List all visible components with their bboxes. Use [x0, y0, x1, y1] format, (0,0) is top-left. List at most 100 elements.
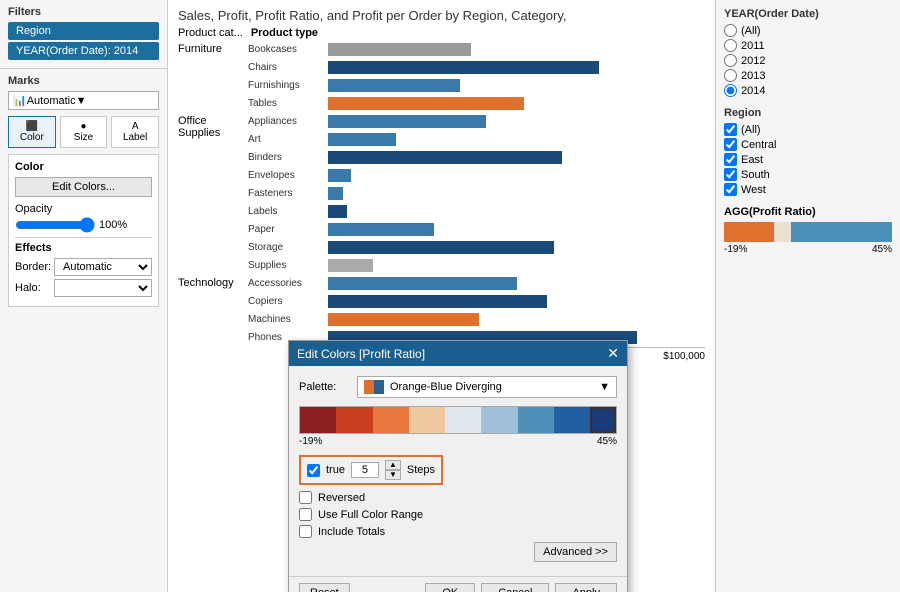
region-south-checkbox[interactable] [724, 168, 737, 181]
grad-seg-8 [554, 407, 590, 433]
gradient-min-label: -19% [299, 436, 322, 447]
grad-seg-5 [445, 407, 481, 433]
color-gradient-bar [299, 406, 617, 434]
supplies-label: Supplies [248, 260, 328, 271]
full-color-label: Use Full Color Range [318, 509, 423, 521]
agg-min-label: -19% [724, 244, 747, 255]
grad-seg-7 [518, 407, 554, 433]
region-all-checkbox[interactable] [724, 123, 737, 136]
paper-label: Paper [248, 224, 328, 235]
steps-label: Steps [407, 464, 435, 476]
region-east-item: East [724, 153, 892, 166]
apply-button[interactable]: Apply [555, 583, 617, 592]
main-container: Filters Region YEAR(Order Date): 2014 Ma… [0, 0, 900, 592]
fasteners-bar [328, 187, 705, 200]
region-central-item: Central [724, 138, 892, 151]
fasteners-label: Fasteners [248, 188, 328, 199]
tables-bar-fill [328, 97, 524, 110]
furniture-category: Furniture [178, 41, 248, 113]
region-south-item: South [724, 168, 892, 181]
chairs-bar [328, 61, 705, 74]
opacity-slider[interactable] [15, 217, 95, 233]
labels-prod-label: Labels [248, 206, 328, 217]
furnishings-row: Furnishings [248, 77, 705, 94]
color-button[interactable]: ⬛ Color [8, 116, 56, 148]
stepped-color-checkbox[interactable] [307, 464, 320, 477]
marks-dropdown[interactable]: 📊 Automatic ▼ [8, 91, 159, 110]
appliances-bar-fill [328, 115, 486, 128]
envelopes-bar [328, 169, 705, 182]
ok-button[interactable]: OK [425, 583, 475, 592]
region-filter-group: Region (All) Central East South West [724, 107, 892, 196]
size-label: Size [74, 132, 93, 143]
steps-input[interactable] [351, 462, 379, 478]
stepped-color-row: true ▲ ▼ Steps [299, 455, 443, 485]
halo-dropdown[interactable] [54, 279, 152, 297]
steps-down-button[interactable]: ▼ [385, 470, 401, 480]
machines-label: Machines [248, 314, 328, 325]
agg-bar-middle [774, 222, 791, 242]
labels-bar [328, 205, 705, 218]
cancel-button[interactable]: Cancel [481, 583, 549, 592]
palette-dropdown[interactable]: Orange-Blue Diverging ▼ [357, 376, 617, 398]
opacity-slider-row: 100% [15, 217, 152, 233]
region-central-checkbox[interactable] [724, 138, 737, 151]
binders-row: Binders [248, 149, 705, 166]
binders-label: Binders [248, 152, 328, 163]
dialog-close-button[interactable]: ✕ [607, 345, 619, 362]
marks-buttons: ⬛ Color ● Size A Label [8, 116, 159, 148]
reset-button[interactable]: Reset [299, 583, 350, 592]
office-cat: OfficeSupplies [178, 113, 248, 275]
steps-up-button[interactable]: ▲ [385, 460, 401, 470]
include-totals-checkbox[interactable] [299, 525, 312, 538]
tables-label: Tables [248, 98, 328, 109]
year-2013-radio[interactable] [724, 69, 737, 82]
label-button[interactable]: A Label [111, 116, 159, 148]
supplies-row: Supplies [248, 257, 705, 274]
accessories-row: Accessories [248, 275, 705, 292]
region-west-checkbox[interactable] [724, 183, 737, 196]
year-2014-radio[interactable] [724, 84, 737, 97]
reversed-checkbox[interactable] [299, 491, 312, 504]
size-button[interactable]: ● Size [60, 116, 108, 148]
grad-seg-1 [300, 407, 336, 433]
accessories-bar-fill [328, 277, 517, 290]
fasteners-row: Fasteners [248, 185, 705, 202]
tables-row: Tables [248, 95, 705, 112]
year-2011-radio[interactable] [724, 39, 737, 52]
year-all-item: (All) [724, 24, 892, 37]
advanced-button[interactable]: Advanced >> [534, 542, 617, 562]
filter-region[interactable]: Region [8, 22, 159, 40]
copiers-bar-fill [328, 295, 547, 308]
art-label: Art [248, 134, 328, 145]
year-2012-radio[interactable] [724, 54, 737, 67]
advanced-row: Advanced >> [299, 542, 617, 562]
accessories-bar [328, 277, 705, 290]
color-section: Color Edit Colors... Opacity 100% Effect… [8, 154, 159, 307]
effects-title: Effects [15, 242, 152, 254]
region-central-label: Central [741, 139, 776, 151]
include-totals-label: Include Totals [318, 526, 385, 538]
furnishings-label: Furnishings [248, 80, 328, 91]
edit-colors-button[interactable]: Edit Colors... [15, 177, 152, 197]
chairs-bar-fill [328, 61, 599, 74]
filter-year[interactable]: YEAR(Order Date): 2014 [8, 42, 159, 60]
marks-title: Marks [8, 75, 159, 87]
filters-title: Filters [8, 6, 159, 18]
year-all-radio[interactable] [724, 24, 737, 37]
right-panel: YEAR(Order Date) (All) 2011 2012 2013 20… [715, 0, 900, 592]
marks-section: Marks 📊 Automatic ▼ ⬛ Color ● Size A Lab… [0, 68, 167, 319]
border-dropdown[interactable]: Automatic [54, 258, 152, 276]
gradient-labels: -19% 45% [299, 436, 617, 447]
opacity-label: Opacity [15, 203, 152, 215]
color-icon: ⬛ [26, 121, 38, 132]
opacity-value: 100% [99, 219, 127, 231]
label-icon: A [132, 121, 139, 132]
full-color-checkbox[interactable] [299, 508, 312, 521]
steps-spinner: ▲ ▼ [385, 460, 401, 480]
region-south-label: South [741, 169, 770, 181]
chart-area: Product cat... Product type Furniture Bo… [168, 27, 715, 376]
dialog-action-buttons: OK Cancel Apply [425, 583, 617, 592]
region-east-checkbox[interactable] [724, 153, 737, 166]
storage-row: Storage [248, 239, 705, 256]
